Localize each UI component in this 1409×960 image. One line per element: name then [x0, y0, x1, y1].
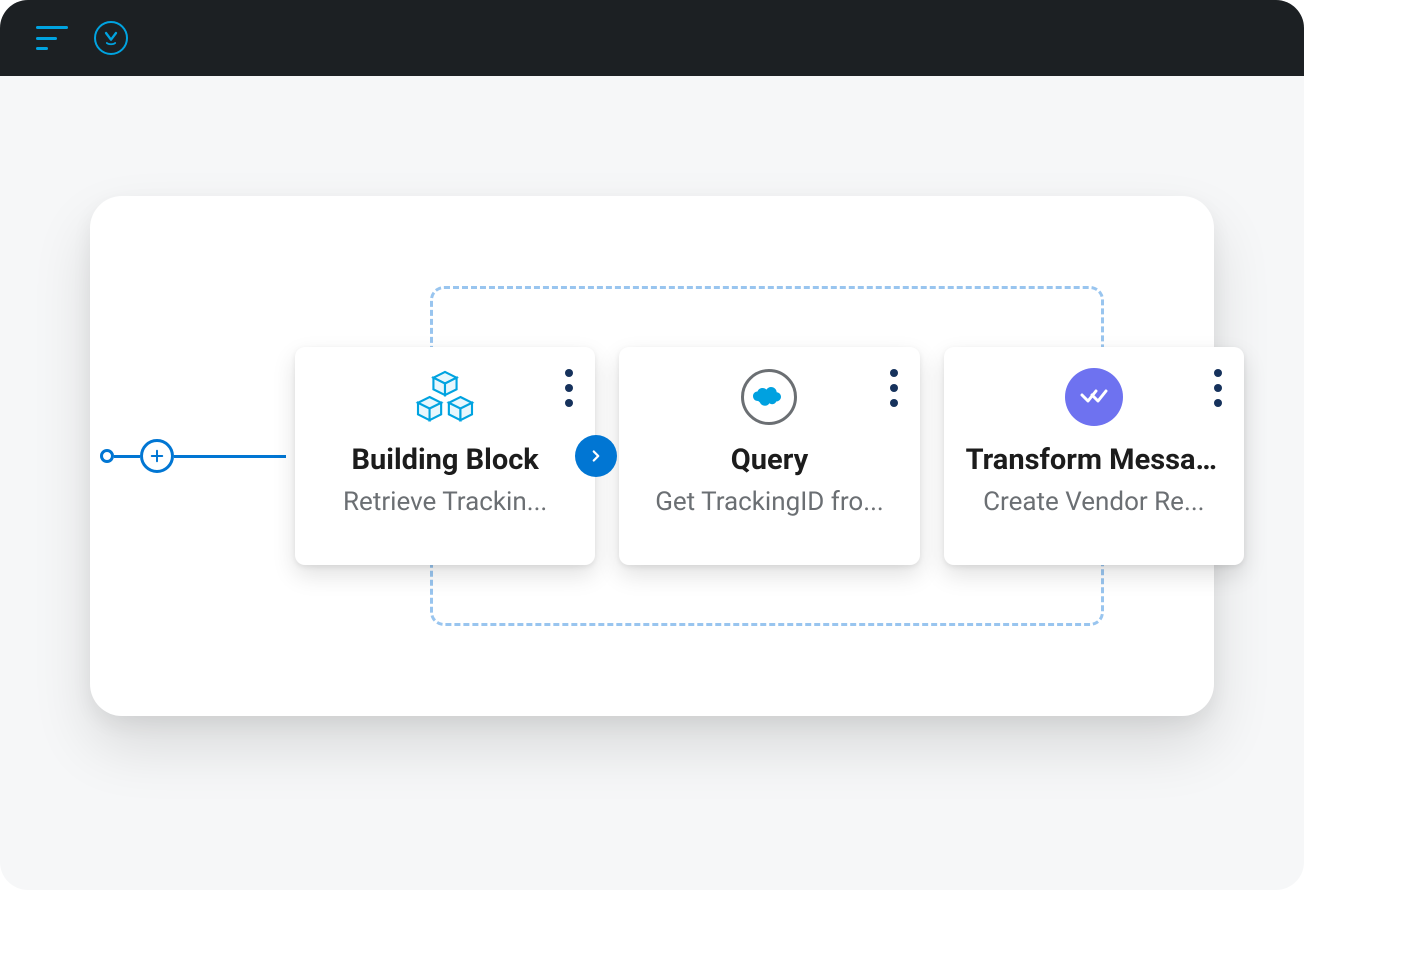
card-title: Building Block	[317, 443, 573, 477]
card-title: Transform Message	[966, 443, 1222, 477]
mulesoft-logo-icon[interactable]	[94, 21, 128, 55]
add-before-button[interactable]	[140, 439, 174, 473]
cubes-icon	[414, 365, 476, 429]
connector-line	[174, 455, 286, 458]
expand-card-button[interactable]	[575, 435, 617, 477]
salesforce-icon	[741, 365, 797, 429]
menu-button[interactable]	[36, 26, 68, 50]
card-menu-button[interactable]	[565, 369, 573, 407]
flow-canvas[interactable]: Building Block Retrieve Trackin...	[0, 76, 1304, 890]
flow-card-transform-message[interactable]: Transform Message Create Vendor Re...	[944, 347, 1244, 565]
card-menu-button[interactable]	[1214, 369, 1222, 407]
card-subtitle: Get TrackingID fro...	[641, 487, 897, 517]
app-header	[0, 0, 1304, 76]
card-menu-button[interactable]	[890, 369, 898, 407]
flow-panel: Building Block Retrieve Trackin...	[90, 196, 1214, 716]
card-subtitle: Create Vendor Re...	[966, 487, 1222, 517]
start-node-icon	[100, 449, 114, 463]
connector-line	[114, 455, 140, 458]
card-subtitle: Retrieve Trackin...	[317, 487, 573, 517]
flow-cards: Building Block Retrieve Trackin...	[295, 347, 1244, 565]
card-title: Query	[641, 443, 897, 477]
flow-card-query[interactable]: Query Get TrackingID fro...	[619, 347, 919, 565]
app-window: Building Block Retrieve Trackin...	[0, 0, 1304, 890]
flow-card-building-block[interactable]: Building Block Retrieve Trackin...	[295, 347, 595, 565]
flow-start-connector	[100, 439, 286, 473]
transform-icon	[1065, 365, 1123, 429]
